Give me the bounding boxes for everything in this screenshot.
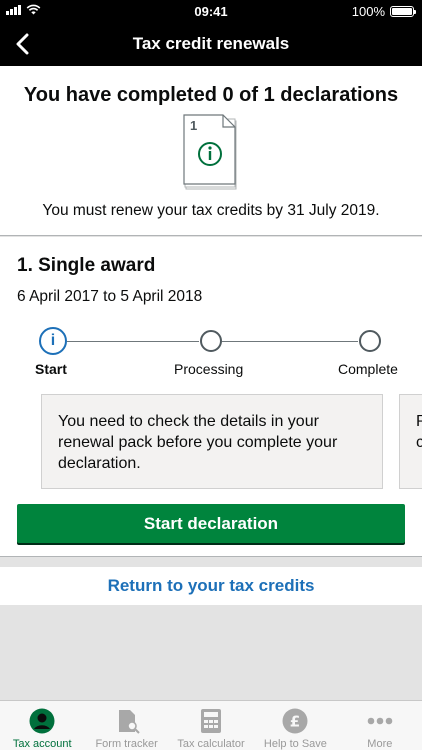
start-declaration-button[interactable]: Start declaration: [17, 504, 405, 543]
user-icon: [28, 707, 56, 734]
battery-icon: [390, 6, 416, 17]
tab-help-to-save[interactable]: £ Help to Save: [253, 701, 337, 750]
renew-deadline-text: You must renew your tax credits by 31 Ju…: [42, 202, 380, 219]
status-bar: 09:41 100%: [0, 0, 422, 22]
tab-form-tracker[interactable]: Form tracker: [84, 701, 168, 750]
tab-bar: Tax account Form tracker Tax calculator: [0, 700, 422, 750]
step-start-icon: i: [39, 327, 67, 355]
form-search-icon: [113, 707, 141, 734]
tab-label: More: [367, 738, 393, 750]
step-processing-circle: [200, 330, 222, 352]
award-title: 1. Single award: [17, 255, 156, 276]
pound-coin-icon: £: [281, 707, 309, 734]
award-section: 1. Single award 6 April 2017 to 5 April …: [0, 237, 422, 557]
info-card-text: You need to check the details in your re…: [58, 413, 338, 472]
info-card-start[interactable]: You need to check the details in your re…: [41, 394, 383, 489]
tab-tax-account[interactable]: Tax account: [0, 701, 84, 750]
back-button[interactable]: [8, 30, 36, 58]
tab-label: Tax account: [12, 738, 72, 750]
tab-label: Help to Save: [263, 738, 327, 750]
declarations-summary: You have completed 0 of 1 declarations 1…: [0, 66, 422, 236]
return-link-row: Return to your tax credits: [0, 567, 422, 605]
tab-label: Tax calculator: [177, 738, 245, 750]
progress-tracker: i Start Processing Complete: [0, 327, 422, 387]
tab-more[interactable]: More: [338, 701, 422, 750]
info-card-next-text: P c: [416, 413, 422, 451]
return-to-tax-credits-link[interactable]: Return to your tax credits: [108, 567, 315, 605]
step-complete-circle: [359, 330, 381, 352]
tab-label: Form tracker: [95, 738, 158, 750]
info-card-next[interactable]: P c: [399, 394, 422, 489]
step-label-processing: Processing: [174, 361, 244, 377]
progress-line: [67, 341, 199, 342]
document-number: 1: [190, 118, 198, 133]
nav-title: Tax credit renewals: [132, 34, 290, 53]
award-dates: 6 April 2017 to 5 April 2018: [17, 288, 203, 305]
chevron-left-icon: [16, 33, 29, 55]
calculator-icon: [197, 707, 225, 734]
step-label-complete: Complete: [338, 361, 398, 377]
summary-heading: You have completed 0 of 1 declarations: [23, 84, 399, 106]
more-dots-icon: [366, 707, 394, 734]
tab-tax-calculator[interactable]: Tax calculator: [169, 701, 253, 750]
step-label-start: Start: [35, 361, 67, 377]
status-right: 100%: [351, 4, 416, 19]
progress-line: [222, 341, 358, 342]
svg-text:£: £: [290, 712, 300, 730]
battery-percent: 100%: [351, 4, 385, 19]
nav-bar: Tax credit renewals: [0, 22, 422, 66]
